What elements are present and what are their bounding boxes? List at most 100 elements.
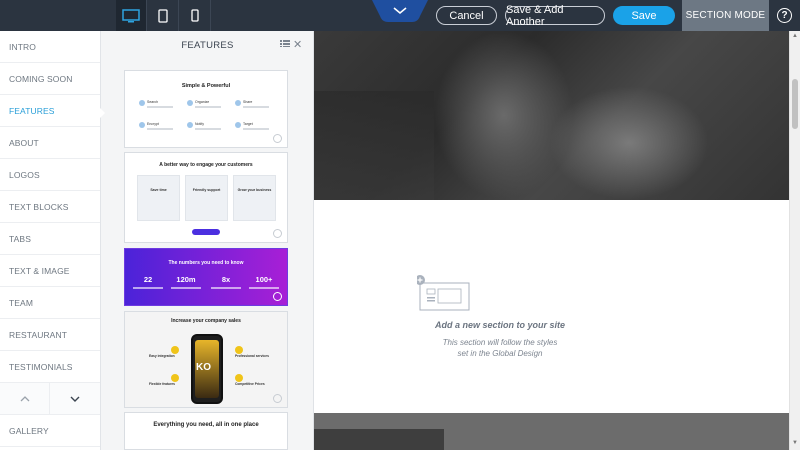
desktop-view-button[interactable] <box>116 0 147 31</box>
scroll-down-arrow-icon[interactable]: ▼ <box>792 440 798 446</box>
feature-card: Grow your business <box>233 175 276 221</box>
category-logos[interactable]: LOGOS <box>0 159 100 191</box>
text-line <box>195 106 221 108</box>
save-button[interactable]: Save <box>613 6 675 25</box>
page-canvas: Add a new section to your site This sect… <box>314 31 789 450</box>
text-line <box>147 106 173 108</box>
card-title: Friendly support <box>192 188 221 192</box>
phone-view-button[interactable] <box>180 0 211 31</box>
feature-label: Target <box>243 122 253 126</box>
category-about[interactable]: ABOUT <box>0 127 100 159</box>
section-category-list: INTRO COMING SOON FEATURES ABOUT LOGOS T… <box>0 31 101 450</box>
feature-icon <box>235 100 241 106</box>
canvas-scrollbar[interactable]: ▲ ▼ <box>789 31 800 450</box>
category-tabs[interactable]: TABS <box>0 223 100 255</box>
feature-icon <box>187 122 193 128</box>
category-text-and-image[interactable]: TEXT & IMAGE <box>0 255 100 287</box>
section-mode-button[interactable]: SECTION MODE <box>682 0 769 31</box>
active-category-pointer <box>100 108 105 118</box>
scroll-up-button[interactable] <box>0 383 50 415</box>
save-and-add-another-button[interactable]: Save & Add Another <box>505 4 605 28</box>
thumbnail-heading: Increase your company sales <box>171 318 241 324</box>
chevron-up-icon <box>20 396 29 402</box>
cta-button-preview <box>192 229 220 235</box>
zoom-icon[interactable] <box>273 134 282 143</box>
next-section[interactable] <box>314 413 789 450</box>
thumbnail-heading: A better way to engage your customers <box>159 162 253 168</box>
cancel-button[interactable]: Cancel <box>436 6 497 25</box>
feature-icon <box>187 100 193 106</box>
text-line <box>133 287 163 289</box>
add-section-icon <box>417 275 470 311</box>
category-restaurant[interactable]: RESTAURANT <box>0 319 100 351</box>
category-team[interactable]: TEAM <box>0 287 100 319</box>
feature-label: Encrypt <box>147 122 159 126</box>
scroll-up-arrow-icon[interactable]: ▲ <box>792 33 798 39</box>
tablet-icon <box>158 8 168 23</box>
feature-icon <box>139 122 145 128</box>
category-scroll-controls <box>0 383 100 415</box>
feature-label: Search <box>147 100 159 104</box>
feature-label: Easy integration <box>149 354 175 358</box>
tablet-view-button[interactable] <box>148 0 179 31</box>
feature-template-thumbnail[interactable]: Increase your company sales Easy integra… <box>124 311 288 408</box>
card-title: Save time <box>150 188 167 192</box>
text-line <box>171 287 201 289</box>
category-features[interactable]: FEATURES <box>0 95 100 127</box>
feature-icon <box>139 100 145 106</box>
close-icon[interactable]: ✕ <box>293 38 302 51</box>
add-section-placeholder[interactable]: Add a new section to your site This sect… <box>314 200 789 413</box>
feature-template-thumbnail[interactable]: Everything you need, all in one place <box>124 412 288 450</box>
stat-value: 8x <box>221 275 231 284</box>
scroll-down-button[interactable] <box>50 383 100 415</box>
desktop-icon <box>122 8 140 22</box>
feature-label: Professional services <box>235 354 269 358</box>
category-coming-soon[interactable]: COMING SOON <box>0 63 100 95</box>
feature-template-thumbnail[interactable]: The numbers you need to know 22 120m 8x … <box>124 248 288 306</box>
feature-icon <box>235 374 243 382</box>
text-line <box>211 287 241 289</box>
layout-toggle-icon[interactable] <box>280 40 290 47</box>
text-line <box>147 128 173 130</box>
feature-label: Notify <box>195 122 204 126</box>
feature-label: Organize <box>195 100 210 104</box>
card-title: Grow your business <box>237 188 272 192</box>
text-line <box>243 128 269 130</box>
phone-text: KO <box>196 362 211 373</box>
feature-icon <box>171 346 179 354</box>
thumbnail-heading: Simple & Powerful <box>181 83 231 89</box>
feature-icon <box>171 374 179 382</box>
add-section-subtitle: set in the Global Design <box>457 349 543 358</box>
phone-mockup: KO <box>191 334 223 404</box>
feature-label: Share <box>243 100 253 104</box>
zoom-icon[interactable] <box>273 229 282 238</box>
category-gallery[interactable]: GALLERY <box>0 415 100 447</box>
category-text-blocks[interactable]: TEXT BLOCKS <box>0 191 100 223</box>
feature-card: Save time <box>137 175 180 221</box>
stat-value: 100+ <box>255 275 273 284</box>
zoom-icon[interactable] <box>273 394 282 403</box>
category-testimonials[interactable]: TESTIMONIALS <box>0 351 100 383</box>
feature-template-thumbnail[interactable]: A better way to engage your customers Sa… <box>124 152 288 243</box>
add-section-title: Add a new section to your site <box>434 320 566 330</box>
feature-template-thumbnail[interactable]: Simple & Powerful Search Organize Share … <box>124 70 288 148</box>
collapse-toolbar-tab[interactable] <box>372 0 428 22</box>
text-line <box>243 106 269 108</box>
features-panel: FEATURES ✕ Simple & Powerful Search Orga… <box>101 31 314 450</box>
hero-section[interactable] <box>314 31 789 200</box>
phone-icon <box>191 9 199 22</box>
feature-card: Friendly support <box>185 175 228 221</box>
add-section-subtitle: This section will follow the styles <box>442 338 558 347</box>
feature-icon <box>235 122 241 128</box>
category-intro[interactable]: INTRO <box>0 31 100 63</box>
scrollbar-thumb[interactable] <box>792 79 798 129</box>
thumbnail-heading: The numbers you need to know <box>168 260 244 266</box>
thumbnail-heading: Everything you need, all in one place <box>153 422 259 428</box>
chevron-down-icon <box>70 396 80 402</box>
stat-value: 120m <box>176 275 196 284</box>
text-line <box>195 128 221 130</box>
zoom-icon[interactable] <box>273 292 282 301</box>
feature-label: Competitive Prices <box>235 382 265 386</box>
stat-value: 22 <box>143 275 153 284</box>
help-icon[interactable]: ? <box>777 8 792 23</box>
